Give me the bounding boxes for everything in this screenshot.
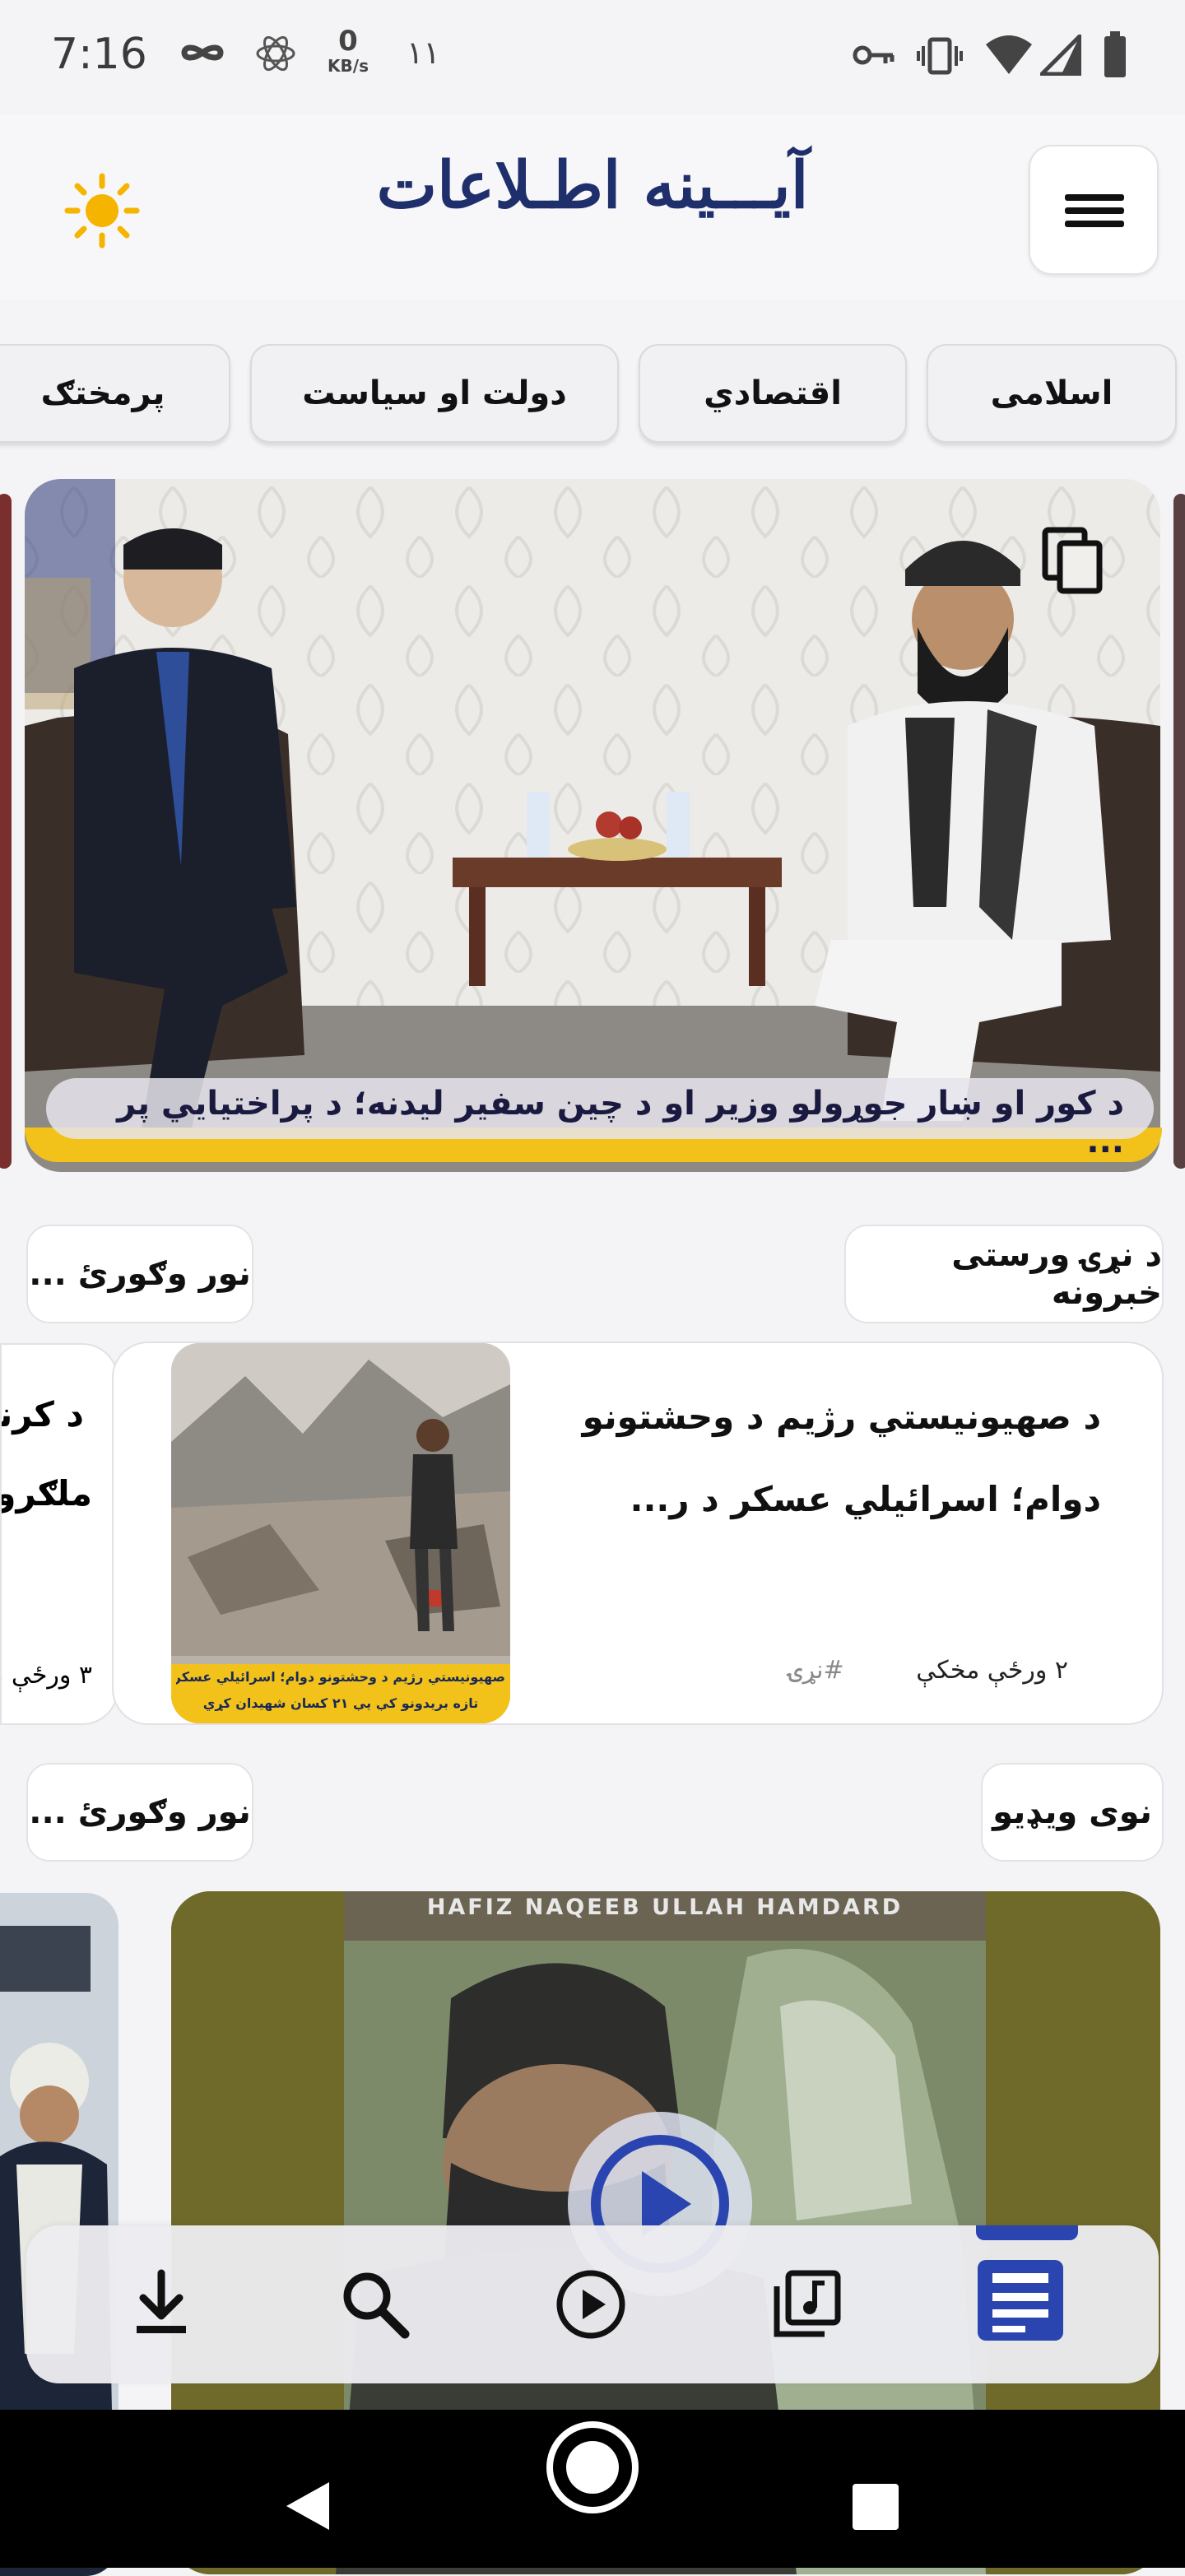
infinity-icon	[181, 44, 224, 61]
peek-title-line1: د کرنې	[0, 1394, 84, 1434]
wifi-icon	[986, 35, 1032, 74]
see-more-videos-button[interactable]: نور وګورئ ...	[26, 1763, 253, 1862]
carousel-peek-left[interactable]	[0, 494, 12, 1169]
signal-icon	[1040, 35, 1081, 76]
category-chip[interactable]: اقتصادي	[639, 344, 907, 443]
peek-title-line2: ملګرو	[0, 1473, 92, 1514]
search-icon[interactable]	[336, 2265, 415, 2344]
category-chip[interactable]: اسلامی	[927, 344, 1177, 443]
sun-icon[interactable]	[64, 173, 140, 249]
news-thumbnail: صهیونیستي رژیم د وحشتونو دوام؛ اسرائیلي …	[171, 1343, 510, 1723]
status-bar: 7:16 0 KB/s ١١	[0, 0, 1185, 115]
home-icon[interactable]	[543, 2418, 642, 2517]
section-title-latest-news: د نړۍ ورستی خبرونه	[844, 1225, 1164, 1323]
news-time: ۲ ورځې مخکې	[916, 1656, 1068, 1685]
hero-image	[25, 479, 1160, 1172]
category-bar: اسلامی اقتصادي دولت او سیاست پرمختګ	[0, 303, 1185, 467]
vibrate-icon	[917, 37, 963, 75]
news-card-peek[interactable]: د کرنې ملګرو ۳ ورځې م	[0, 1343, 118, 1725]
status-time: 7:16	[51, 30, 147, 79]
music-library-icon[interactable]	[767, 2265, 846, 2344]
hero-slide[interactable]	[25, 479, 1160, 1172]
news-icon[interactable]	[973, 2255, 1068, 2346]
category-chip[interactable]: پرمختګ	[0, 344, 230, 443]
recents-icon[interactable]	[851, 2482, 900, 2532]
key-icon	[853, 45, 895, 65]
thumb-caption-2: تازه بریدونو کې یې ۲۱ کسان شهیدان کړي	[202, 1695, 479, 1711]
copy-icon[interactable]	[1042, 527, 1104, 596]
category-chip[interactable]: دولت او سیاست	[250, 344, 619, 443]
download-icon[interactable]	[122, 2265, 201, 2344]
system-navigation-bar	[0, 2410, 1185, 2568]
hero-caption-text: د کور او ښار جوړولو وزیر او د چین سفیر ل…	[117, 1085, 1124, 1160]
thumb-caption-1: صهیونیستي رژیم د وحشتونو دوام؛ اسرائیلي …	[176, 1669, 505, 1685]
bottom-nav	[26, 2225, 1159, 2383]
peek-time: ۳ ورځې م	[2, 1661, 92, 1690]
news-card[interactable]: صهیونیستي رژیم د وحشتونو دوام؛ اسرائیلي …	[112, 1341, 1164, 1725]
back-icon[interactable]	[280, 2477, 337, 2535]
news-tag[interactable]: #نړۍ	[788, 1656, 844, 1685]
app-logo-title: آیـــینه اطـلاعات	[376, 148, 809, 223]
active-indicator	[976, 2225, 1078, 2240]
video-banner-text: HAFIZ NAQEEB ULLAH HAMDARD	[426, 1895, 904, 1920]
menu-button[interactable]	[1029, 145, 1159, 275]
atom-icon	[256, 35, 295, 72]
section-title-videos: نوی ویډیو	[981, 1763, 1164, 1862]
news-title: د صهیونیستي رژیم د وحشتونو دوام؛ اسرائیل…	[582, 1397, 1101, 1519]
carousel-peek-right[interactable]	[1173, 494, 1185, 1169]
hero-caption[interactable]: د کور او ښار جوړولو وزیر او د چین سفیر ل…	[25, 1078, 1162, 1169]
play-circle-icon[interactable]	[551, 2265, 630, 2344]
status-extra: ١١	[407, 35, 440, 71]
see-more-news-button[interactable]: نور وګورئ ...	[26, 1225, 253, 1323]
battery-icon	[1104, 31, 1126, 77]
net-speed: 0 KB/s	[328, 25, 369, 76]
